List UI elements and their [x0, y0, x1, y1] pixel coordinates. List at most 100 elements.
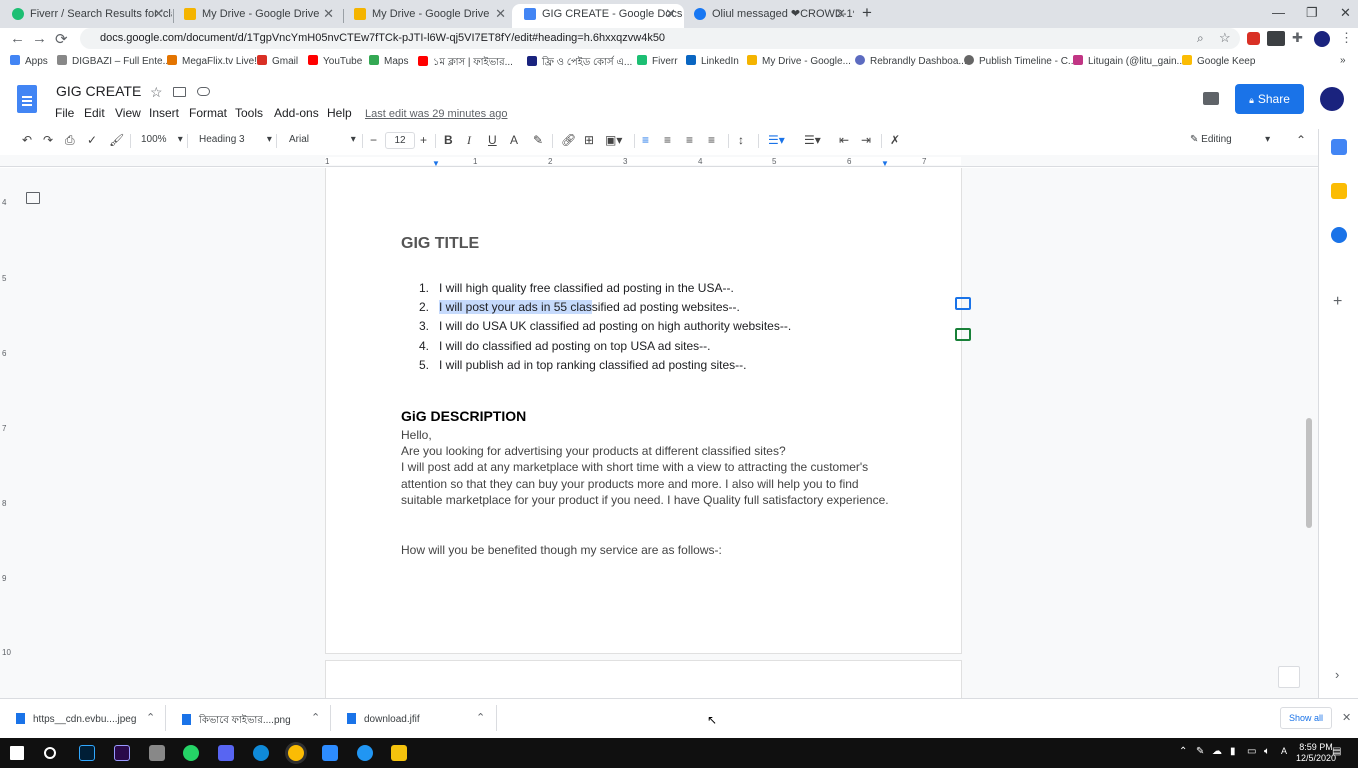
tab-drive-1[interactable]: My Drive - Google Drive ✕ — [172, 4, 342, 28]
right-indent-marker-icon[interactable]: ▼ — [881, 159, 889, 168]
chrome-icon[interactable] — [288, 745, 304, 761]
star-icon[interactable]: ☆ — [150, 84, 163, 101]
bulleted-list-icon[interactable]: ☰▾ — [804, 133, 821, 147]
system-clock[interactable]: 8:59 PM 12/5/2020 — [1296, 742, 1336, 764]
discord-icon[interactable] — [218, 745, 234, 761]
notifications-icon[interactable]: ▤ — [1332, 746, 1341, 757]
bookmark-my-drive[interactable]: My Drive - Google... — [747, 55, 851, 67]
close-tab-icon[interactable]: ✕ — [665, 4, 676, 24]
decrease-font-size-icon[interactable]: − — [370, 133, 377, 147]
menu-view[interactable]: View — [115, 106, 141, 120]
bookmark-apps[interactable]: Apps — [10, 55, 48, 67]
redo-icon[interactable]: ↷ — [43, 133, 53, 147]
adblock-extension-icon[interactable] — [1247, 32, 1260, 45]
clear-formatting-icon[interactable]: ✗ — [890, 133, 900, 147]
italic-icon[interactable]: I — [467, 133, 471, 148]
close-tab-icon[interactable]: ✕ — [153, 4, 164, 24]
paint-format-icon[interactable]: 🖌︎ — [109, 133, 124, 147]
bookmark-gmail[interactable]: Gmail — [257, 55, 298, 67]
bookmark-maps[interactable]: Maps — [369, 55, 408, 67]
file-explorer-icon[interactable] — [391, 745, 407, 761]
font-select[interactable]: Arial ▾ — [289, 134, 356, 145]
calendar-icon[interactable] — [1331, 139, 1347, 155]
bold-icon[interactable]: B — [444, 133, 453, 147]
premiere-icon[interactable] — [114, 745, 130, 761]
close-tab-icon[interactable]: ✕ — [835, 4, 846, 24]
download-item[interactable]: https__cdn.evbu....jpeg — [16, 713, 136, 725]
battery-icon[interactable]: ▮ — [1230, 746, 1236, 757]
menu-help[interactable]: Help — [327, 106, 352, 120]
insert-link-icon[interactable]: 🔗︎ — [561, 133, 576, 147]
close-tab-icon[interactable]: ✕ — [323, 4, 334, 24]
move-folder-icon[interactable] — [173, 87, 186, 97]
left-indent-marker-icon[interactable]: ▼ — [432, 159, 440, 168]
extensions-puzzle-icon[interactable]: ✚ — [1292, 30, 1303, 46]
back-icon[interactable]: ← — [10, 30, 25, 47]
keep-icon[interactable] — [1331, 183, 1347, 199]
edge-icon[interactable] — [253, 745, 269, 761]
windows-start-icon[interactable] — [10, 746, 24, 760]
close-downloads-icon[interactable]: ✕ — [1342, 711, 1351, 724]
add-comment-side-icon[interactable] — [955, 297, 971, 310]
highlight-color-icon[interactable]: ✎ — [533, 133, 543, 147]
search-icon[interactable] — [44, 747, 56, 759]
zoom-select[interactable]: 100% ▾ — [141, 134, 183, 145]
zoom-icon[interactable] — [322, 745, 338, 761]
address-bar[interactable]: docs.google.com/document/d/1TgpVncYmH05n… — [80, 28, 1240, 49]
align-center-icon[interactable]: ≡ — [664, 133, 671, 147]
menu-format[interactable]: Format — [189, 106, 227, 120]
download-options-icon[interactable]: ⌃ — [146, 711, 155, 724]
tab-drive-2[interactable]: My Drive - Google Drive ✕ — [342, 4, 514, 28]
numbered-list-icon[interactable]: ☰▾ — [768, 133, 785, 147]
download-options-icon[interactable]: ⌃ — [311, 711, 320, 724]
reload-icon[interactable]: ⟳ — [55, 30, 68, 48]
document-title[interactable]: GIG CREATE — [56, 83, 141, 99]
print-icon[interactable]: ⎙ — [65, 133, 75, 148]
tab-facebook[interactable]: Oliul messaged ❤CROWD-1❤ ✕ — [682, 4, 854, 28]
decrease-indent-icon[interactable]: ⇤ — [839, 133, 849, 147]
tab-gig-create[interactable]: GIG CREATE - Google Docs ✕ — [512, 4, 684, 28]
font-size-input[interactable]: 12 — [385, 132, 415, 149]
new-tab-button[interactable]: + — [862, 3, 872, 23]
docs-logo-icon[interactable] — [17, 85, 37, 113]
bookmark-linkedin[interactable]: LinkedIn — [686, 55, 739, 67]
menu-edit[interactable]: Edit — [84, 106, 105, 120]
spellcheck-icon[interactable]: ✓ — [87, 133, 97, 147]
zoom-icon[interactable]: ⌕ — [1197, 31, 1204, 46]
download-options-icon[interactable]: ⌃ — [476, 711, 485, 724]
bookmark-megaflix[interactable]: MegaFlix.tv Live! — [167, 55, 257, 67]
onedrive-icon[interactable]: ☁ — [1212, 746, 1222, 757]
menu-file[interactable]: File — [55, 106, 74, 120]
vertical-scrollbar[interactable] — [1306, 418, 1312, 528]
bookmark-free-course[interactable]: ফ্রি ও পেইড কোর্স এ... — [527, 55, 632, 72]
justify-icon[interactable]: ≡ — [708, 133, 715, 147]
volume-icon[interactable]: 🔈︎ — [1264, 746, 1270, 757]
bookmark-rebrandly[interactable]: Rebrandly Dashboa... — [855, 55, 967, 67]
underline-icon[interactable]: U — [488, 133, 497, 147]
show-all-downloads-button[interactable]: Show all — [1280, 707, 1332, 729]
profile-avatar[interactable] — [1314, 31, 1330, 47]
editing-mode-select[interactable]: ✎ Editing ▾ — [1190, 134, 1270, 145]
close-window-icon[interactable]: ✕ — [1340, 5, 1351, 21]
minimize-icon[interactable]: — — [1272, 5, 1285, 20]
restore-icon[interactable]: ❐ — [1306, 5, 1318, 21]
whatsapp-icon[interactable] — [183, 745, 199, 761]
line-spacing-icon[interactable]: ↕ — [738, 133, 744, 147]
account-avatar[interactable] — [1320, 87, 1344, 111]
browser-app-icon[interactable] — [357, 745, 373, 761]
insert-image-icon[interactable]: ▣▾ — [605, 133, 622, 147]
suggest-edits-side-icon[interactable] — [955, 328, 971, 341]
align-right-icon[interactable]: ≡ — [686, 133, 693, 147]
bookmark-star-icon[interactable]: ☆ — [1219, 30, 1231, 46]
tasks-icon[interactable] — [1331, 227, 1347, 243]
menu-addons[interactable]: Add-ons — [274, 106, 319, 120]
get-addons-icon[interactable]: + — [1333, 293, 1342, 311]
close-tab-icon[interactable]: ✕ — [495, 4, 506, 24]
bookmark-class-video[interactable]: ১ম ক্লাস | ফাইভার... — [418, 55, 513, 72]
menu-tools[interactable]: Tools — [235, 106, 263, 120]
undo-icon[interactable]: ↶ — [22, 133, 32, 147]
download-item[interactable]: কিভাবে ফাইভার....png — [182, 713, 291, 730]
align-left-icon[interactable]: ≡ — [642, 133, 649, 147]
increase-indent-icon[interactable]: ⇥ — [861, 133, 871, 147]
menu-insert[interactable]: Insert — [149, 106, 179, 120]
